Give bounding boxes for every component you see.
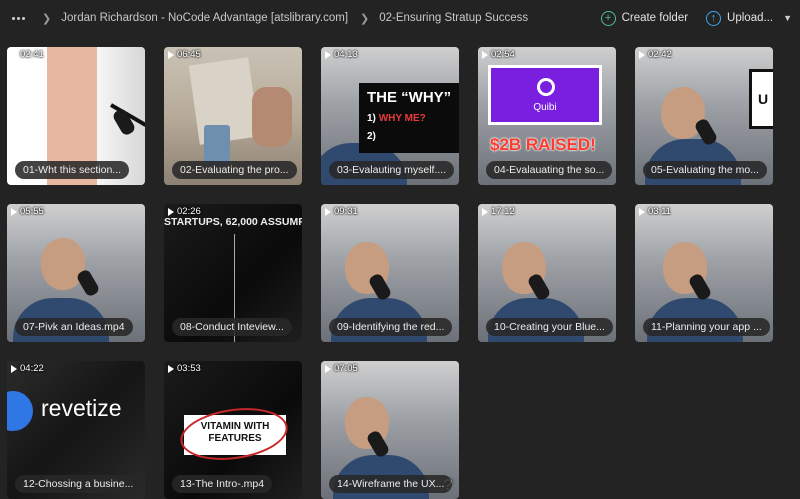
video-title: 03-Evalauting myself.... <box>329 161 455 179</box>
raised-caption: $2B RAISED! <box>490 135 596 154</box>
video-tile[interactable]: revetize 04:22 12-Chossing a busine... <box>7 361 145 499</box>
breadcrumb-chevron-icon: ❯ <box>42 12 52 25</box>
duration-badge: 09:31 <box>325 206 358 217</box>
chevron-down-icon[interactable]: ▼ <box>783 13 792 23</box>
video-tile[interactable]: 05:55 07-Pivk an Ideas.mp4 <box>7 204 145 342</box>
video-tile[interactable]: ? 07:05 14-Wireframe the UX... <box>321 361 459 499</box>
top-bar: ❯ Jordan Richardson - NoCode Advantage [… <box>0 0 800 36</box>
strike-circle <box>177 401 291 467</box>
video-title: 14-Wireframe the UX... <box>329 475 453 493</box>
video-title: 02-Evaluating the pro... <box>172 161 297 179</box>
duration-badge: 02:41 <box>11 49 44 60</box>
video-title: 05-Evaluating the mo... <box>643 161 767 179</box>
play-icon <box>168 364 174 373</box>
revetize-logo-icon <box>7 391 33 431</box>
duration-badge: 03:53 <box>168 363 201 374</box>
video-tile[interactable]: STARTUPS, 62,000 ASSUMP 02:26 08-Conduct… <box>164 204 302 342</box>
duration-badge: 02:54 <box>482 49 515 60</box>
breadcrumb-chevron-icon: ❯ <box>360 12 370 25</box>
duration-badge: 02:42 <box>639 49 672 60</box>
play-icon <box>482 50 488 59</box>
revetize-wordmark: revetize <box>41 395 122 421</box>
video-tile[interactable]: 09:31 09-Identifying the red... <box>321 204 459 342</box>
upload-arrow-icon: ↑ <box>706 10 722 26</box>
breadcrumb-current-folder[interactable]: 02-Ensuring Stratup Success <box>379 12 528 24</box>
duration-badge: 17:12 <box>482 206 515 217</box>
why-slide: THE “WHY” 1) WHY ME? 2) <box>359 83 459 153</box>
video-title: 13-The Intro-.mp4 <box>172 475 273 493</box>
play-icon <box>325 364 331 373</box>
play-icon <box>11 50 17 59</box>
thumbnail-glass <box>204 125 230 165</box>
duration-badge: 04:22 <box>11 363 44 374</box>
create-folder-label: Create folder <box>621 12 689 24</box>
video-tile[interactable]: 02:41 01-Wht this section... <box>7 47 145 185</box>
thumbnail-face <box>41 238 85 290</box>
video-tile[interactable]: VITAMIN WITH FEATURES 03:53 13-The Intro… <box>164 361 302 499</box>
duration-badge: 02:26 <box>168 206 201 217</box>
quibi-logo-card: Quibi <box>488 65 602 125</box>
upload-label: Upload... <box>727 12 774 24</box>
video-tile[interactable]: 06:45 02-Evaluating the pro... <box>164 47 302 185</box>
play-icon <box>11 364 17 373</box>
video-tile[interactable]: 03:11 11-Planning your app ... <box>635 204 773 342</box>
video-tile[interactable]: Quibi $2B RAISED! 02:54 04-Evalauating t… <box>478 47 616 185</box>
create-folder-button[interactable]: + Create folder <box>600 10 689 26</box>
video-title: 09-Identifying the red... <box>329 318 453 336</box>
play-icon <box>11 207 17 216</box>
play-icon <box>325 207 331 216</box>
video-title: 10-Creating your Blue... <box>486 318 613 336</box>
thumbnail-hand <box>252 87 292 147</box>
vitamin-slide: VITAMIN WITH FEATURES <box>177 401 291 467</box>
play-icon <box>168 207 174 216</box>
breadcrumb-parent-folder[interactable]: Jordan Richardson - NoCode Advantage [at… <box>61 12 348 24</box>
quibi-logo-icon <box>537 78 555 96</box>
wall-sign: U <box>749 69 773 129</box>
play-icon <box>482 207 488 216</box>
play-icon <box>639 207 645 216</box>
plus-circle-icon: + <box>600 10 616 26</box>
duration-badge: 07:05 <box>325 363 358 374</box>
play-icon <box>325 50 331 59</box>
video-title: 08-Conduct Inteview... <box>172 318 292 336</box>
video-title: 11-Planning your app ... <box>643 318 770 336</box>
video-title: 07-Pivk an Ideas.mp4 <box>15 318 133 336</box>
video-tile[interactable]: 17:12 10-Creating your Blue... <box>478 204 616 342</box>
video-title: 01-Wht this section... <box>15 161 130 179</box>
microphone-icon <box>111 107 137 137</box>
video-tile[interactable]: THE “WHY” 1) WHY ME? 2) 04:13 03-Evalaut… <box>321 47 459 185</box>
duration-badge: 06:45 <box>168 49 201 60</box>
slide-heading: STARTUPS, 62,000 ASSUMP <box>164 216 302 228</box>
upload-button[interactable]: ↑ Upload... ▼ <box>706 10 792 26</box>
duration-badge: 04:13 <box>325 49 358 60</box>
duration-badge: 03:11 <box>639 206 671 217</box>
more-options-icon[interactable] <box>12 16 30 20</box>
microphone-icon <box>75 268 101 298</box>
play-icon <box>639 50 645 59</box>
play-icon <box>168 50 174 59</box>
duration-badge: 05:55 <box>11 206 44 217</box>
video-title: 12-Chossing a busine... <box>15 475 142 493</box>
video-tile[interactable]: U 02:42 05-Evaluating the mo... <box>635 47 773 185</box>
video-title: 04-Evalauating the so... <box>486 161 613 179</box>
